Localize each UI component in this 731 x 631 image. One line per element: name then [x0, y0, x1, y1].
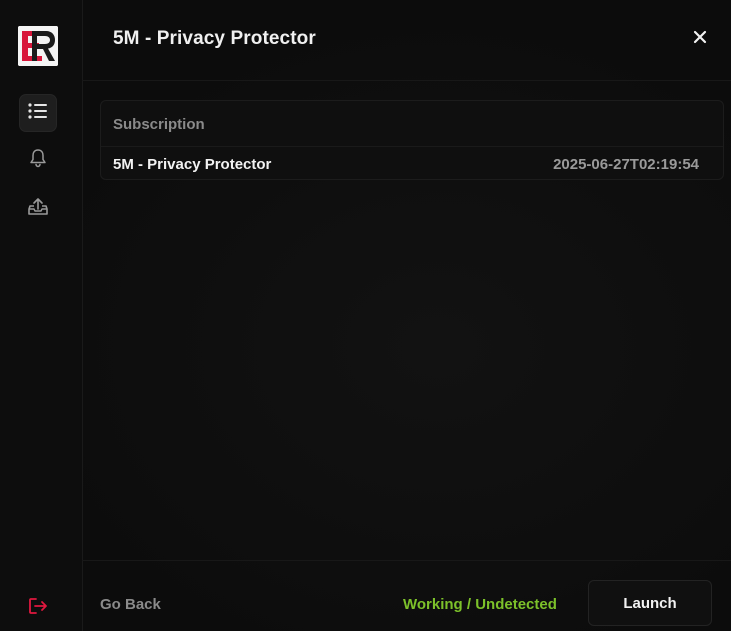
- header: 5M - Privacy Protector: [82, 0, 731, 81]
- sidebar-item-upload[interactable]: [19, 189, 57, 227]
- logout-icon: [28, 597, 48, 620]
- upload-icon: [27, 196, 49, 221]
- app-window: 5M - Privacy Protector Subscription 5M -…: [0, 0, 731, 631]
- row-divider: [101, 146, 723, 147]
- logout-button[interactable]: [19, 589, 57, 627]
- subscription-table: Subscription 5M - Privacy Protector 2025…: [100, 100, 724, 180]
- er-logo-icon: [18, 26, 58, 66]
- status-text: Working / Undetected: [403, 596, 557, 613]
- sidebar: [0, 0, 83, 631]
- subscription-expiry: 2025-06-27T02:19:54: [553, 156, 699, 173]
- sidebar-item-notifications[interactable]: [19, 141, 57, 179]
- launch-button[interactable]: Launch: [588, 580, 712, 626]
- footer: Go Back Working / Undetected Launch: [82, 560, 731, 631]
- list-icon: [28, 102, 48, 124]
- bell-icon: [29, 148, 47, 173]
- page-title: 5M - Privacy Protector: [113, 28, 316, 49]
- column-header-subscription: Subscription: [113, 116, 205, 133]
- go-back-button[interactable]: Go Back: [100, 596, 161, 613]
- sidebar-item-subscriptions[interactable]: [19, 94, 57, 132]
- subscription-name: 5M - Privacy Protector: [113, 156, 272, 173]
- close-button[interactable]: [689, 28, 711, 50]
- close-icon: [693, 30, 707, 49]
